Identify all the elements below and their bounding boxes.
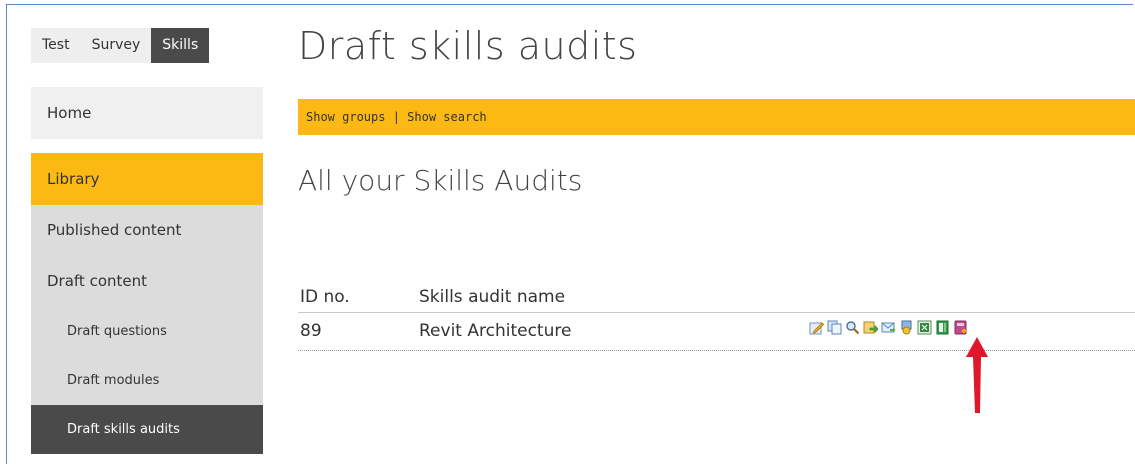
sidebar-item-draft-questions[interactable]: Draft questions xyxy=(31,307,263,356)
tab-test[interactable]: Test xyxy=(31,28,81,63)
tab-skills[interactable]: Skills xyxy=(151,28,210,63)
export-icon[interactable] xyxy=(917,320,932,335)
row-action-icons xyxy=(809,320,968,336)
tab-survey[interactable]: Survey xyxy=(80,28,152,63)
page-title: Draft skills audits xyxy=(298,24,638,68)
link-separator: | xyxy=(385,110,408,124)
book-icon[interactable] xyxy=(953,320,968,335)
column-header-name: Skills audit name xyxy=(419,287,566,307)
table-header: ID no. Skills audit name xyxy=(298,284,1135,313)
email-icon[interactable] xyxy=(881,320,896,335)
sidebar-item-home[interactable]: Home xyxy=(31,87,263,139)
report-icon[interactable] xyxy=(935,320,950,335)
table-row: 89 Revit Architecture xyxy=(298,314,1135,351)
sidebar-item-draft-content[interactable]: Draft content xyxy=(31,256,263,307)
award-icon[interactable] xyxy=(899,320,914,335)
sidebar-item-draft-modules[interactable]: Draft modules xyxy=(31,356,263,405)
publish-icon[interactable] xyxy=(863,320,879,335)
column-header-id: ID no. xyxy=(300,287,350,307)
show-groups-link[interactable]: Show groups xyxy=(306,110,385,124)
sidebar: Home Library Published content Draft con… xyxy=(31,87,263,454)
sidebar-gap xyxy=(31,139,263,153)
top-tabs: Test Survey Skills xyxy=(31,28,210,63)
sidebar-item-library[interactable]: Library xyxy=(31,153,263,205)
cell-name[interactable]: Revit Architecture xyxy=(419,321,571,341)
cell-id: 89 xyxy=(300,321,322,341)
options-bar: Show groups | Show search xyxy=(298,99,1135,135)
edit-icon[interactable] xyxy=(809,320,825,335)
sidebar-item-draft-skills-audits[interactable]: Draft skills audits xyxy=(31,405,263,454)
copy-icon[interactable] xyxy=(827,320,842,335)
preview-icon[interactable] xyxy=(845,320,860,335)
show-search-link[interactable]: Show search xyxy=(407,110,486,124)
section-title: All your Skills Audits xyxy=(298,164,583,197)
sidebar-item-published-content[interactable]: Published content xyxy=(31,205,263,256)
red-arrow-indicator xyxy=(966,337,988,413)
